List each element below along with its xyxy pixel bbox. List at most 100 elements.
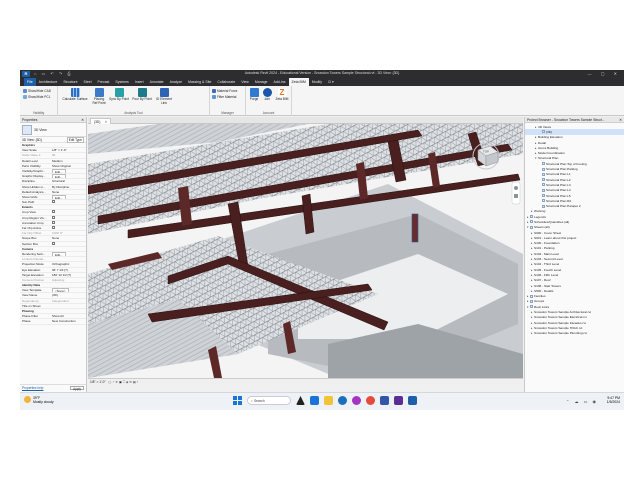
windows-start-icon[interactable]: [233, 396, 242, 405]
sync-by-point-button[interactable]: Sync By Point: [108, 88, 130, 102]
checkbox[interactable]: [52, 241, 55, 245]
checkbox[interactable]: [52, 210, 55, 214]
id-element-link-button[interactable]: ID Element Link: [154, 88, 174, 105]
steering-wheel-icon[interactable]: [514, 186, 518, 190]
close-icon[interactable]: ✕: [619, 118, 622, 122]
property-value[interactable]: Show All: [51, 314, 86, 318]
ribbon-tab[interactable]: Systems: [112, 78, 131, 86]
ribbon-tab[interactable]: Steel: [81, 78, 95, 86]
steel-column[interactable]: [411, 213, 419, 243]
ribbon-tab[interactable]: Structure: [60, 78, 80, 86]
edit-type-button[interactable]: Edit Type: [66, 136, 84, 143]
checkbox[interactable]: [52, 220, 55, 224]
edge-icon[interactable]: [338, 396, 347, 405]
property-value[interactable]: Edit...: [51, 251, 86, 257]
property-value[interactable]: [51, 220, 86, 225]
type-selector[interactable]: 3D View: [20, 123, 86, 137]
show-hide-cad-button[interactable]: Show/Hide CAD: [23, 89, 51, 93]
property-value[interactable]: [51, 257, 86, 261]
property-edit-button[interactable]: Edit...: [52, 174, 66, 179]
app-icon-4[interactable]: [394, 396, 403, 405]
property-value[interactable]: 1000' 0": [51, 231, 86, 235]
property-edit-button[interactable]: <None>: [52, 288, 69, 293]
ribbon-tab[interactable]: ⊡ ▾: [325, 78, 337, 86]
property-value[interactable]: [51, 215, 86, 220]
property-value[interactable]: Independent: [51, 299, 86, 303]
ribbon-tab[interactable]: Precast: [95, 78, 113, 86]
apply-button[interactable]: Apply: [70, 386, 84, 391]
app-icon-1[interactable]: [296, 396, 305, 405]
property-edit-button[interactable]: Edit...: [52, 194, 66, 200]
property-value[interactable]: [51, 226, 86, 230]
purge-button[interactable]: Purge: [248, 88, 260, 102]
property-value[interactable]: By Discipline: [51, 185, 86, 189]
filter-material-button[interactable]: Filter Material: [212, 95, 236, 99]
property-edit-button[interactable]: Edit...: [52, 168, 66, 174]
ribbon-tab[interactable]: Architecture: [36, 78, 61, 86]
clock[interactable]: 9:47 PM 1/5/2024: [607, 396, 620, 405]
property-value[interactable]: None: [51, 190, 86, 194]
ribbon-tab[interactable]: Analyze: [167, 78, 185, 86]
ribbon-tab[interactable]: View: [238, 78, 252, 86]
ribbon-tab[interactable]: Modify: [309, 78, 325, 86]
property-edit-button[interactable]: Edit...: [52, 251, 66, 257]
zoom-icon[interactable]: [514, 194, 518, 198]
calculate-surface-button[interactable]: Calculate Surface: [60, 88, 90, 102]
app-icon-2[interactable]: [352, 396, 361, 405]
system-tray-icons[interactable]: ⌃ ☁ ▭ ◉: [566, 399, 598, 404]
placing-ref-point-button[interactable]: Placing Ref Point: [91, 88, 107, 105]
ribbon-tab[interactable]: Massing & Site: [185, 78, 214, 86]
property-value[interactable]: [51, 210, 86, 214]
property-value[interactable]: Adjusting: [51, 278, 86, 282]
properties-help-link[interactable]: Properties help: [22, 386, 43, 390]
file-explorer-icon[interactable]: [324, 396, 333, 405]
property-value[interactable]: 1/8" = 1'-0": [51, 148, 86, 152]
join-button[interactable]: Join: [261, 88, 273, 102]
property-value[interactable]: [51, 304, 86, 308]
property-row[interactable]: Phase New Construction: [20, 319, 86, 325]
view-scale[interactable]: 1/8" = 1'-0": [90, 380, 106, 384]
property-value[interactable]: Edit...: [51, 168, 86, 174]
property-value[interactable]: [51, 200, 86, 204]
property-value[interactable]: 186' 10 1/2 [?]: [51, 273, 86, 277]
browser-item[interactable]: ▸ Snowdon Towers Sample Plumbing.rvt: [525, 331, 624, 336]
ribbon-tab[interactable]: Manage: [252, 78, 271, 86]
close-icon[interactable]: ✕: [104, 120, 107, 124]
pour-by-point-button[interactable]: Pour By Point: [131, 88, 153, 102]
chrome-icon[interactable]: [366, 396, 375, 405]
checkbox[interactable]: [52, 226, 55, 229]
revit-taskbar-icon[interactable]: [408, 396, 417, 405]
checkbox[interactable]: [52, 200, 55, 204]
taskbar-search[interactable]: ⌕ Search: [247, 396, 291, 405]
property-value[interactable]: New Construction: [51, 319, 86, 323]
property-value[interactable]: Structural: [51, 179, 86, 183]
ribbon-tab[interactable]: Annotate: [147, 78, 167, 86]
navigation-bar[interactable]: [511, 181, 521, 205]
property-value[interactable]: <None>: [51, 288, 86, 293]
3d-viewport[interactable]: TOP: [88, 124, 523, 378]
property-value[interactable]: Medium: [51, 159, 86, 163]
property-value[interactable]: Orthographic: [51, 262, 86, 266]
instance-selector[interactable]: 3D View: {3D}: [22, 138, 42, 142]
checkbox[interactable]: [52, 215, 55, 219]
weather-widget[interactable]: 39°F Mostly cloudy: [24, 396, 54, 404]
property-value[interactable]: [51, 241, 86, 246]
property-value[interactable]: Edit...: [51, 194, 86, 200]
app-icon-3[interactable]: [380, 396, 389, 405]
material-force-button[interactable]: Material Force: [212, 89, 237, 93]
task-view-icon[interactable]: [310, 396, 319, 405]
ribbon-tab[interactable]: Zeta BIM: [288, 78, 309, 86]
property-value[interactable]: {3D}: [51, 293, 86, 297]
property-value[interactable]: 96' 7 1/4 [?]: [51, 268, 86, 272]
view-control-icons[interactable]: ▢ ◔ ☀ ▣ ⛶ ◈ ↻ ▤ ‹: [109, 380, 138, 384]
property-value[interactable]: Edit...: [51, 174, 86, 179]
zeta-bim-button[interactable]: Z Zeta BIM: [274, 88, 290, 102]
close-icon[interactable]: ✕: [81, 118, 84, 122]
show-hide-pcl-button[interactable]: Show/Hide PCL: [23, 95, 51, 99]
ribbon-tab[interactable]: Insert: [132, 78, 147, 86]
ribbon-tab[interactable]: File: [24, 78, 36, 86]
property-value[interactable]: 96: [51, 153, 86, 157]
ribbon-tab[interactable]: Collaborate: [214, 78, 238, 86]
ribbon-tab[interactable]: Add-Ins: [270, 78, 288, 86]
window-controls[interactable]: — ▢ ✕: [588, 71, 621, 76]
